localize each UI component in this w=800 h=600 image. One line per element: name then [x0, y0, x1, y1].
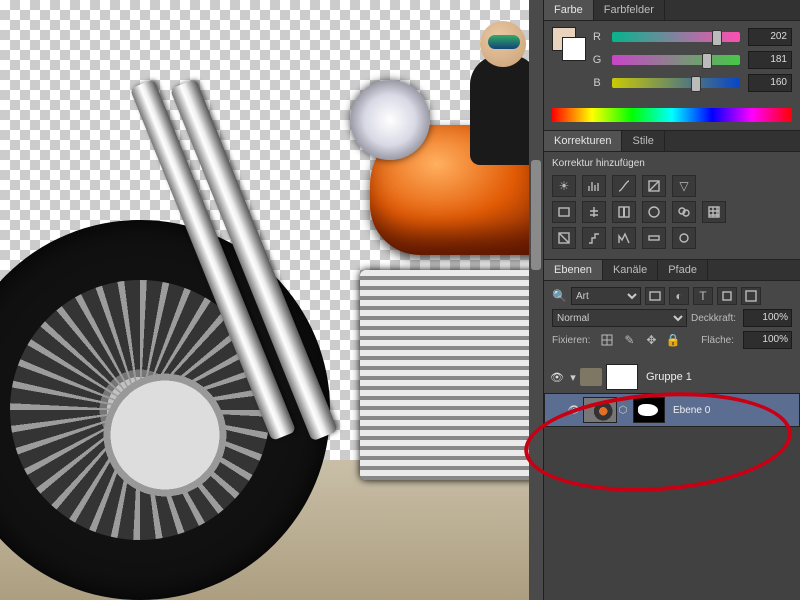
canvas-artwork: [0, 0, 543, 600]
layer-list: 👁 ▾ Gruppe 1 👁 ⬡ Ebene 0: [544, 361, 800, 600]
color-panel: Farbe Farbfelder R 202 G: [544, 0, 800, 131]
color-lookup-icon[interactable]: [702, 201, 726, 223]
color-balance-icon[interactable]: [582, 201, 606, 223]
levels-icon[interactable]: [582, 175, 606, 197]
filter-shape-icon[interactable]: [717, 287, 737, 305]
tab-paths[interactable]: Pfade: [658, 260, 708, 280]
lock-all-icon[interactable]: 🔒: [665, 332, 681, 348]
invert-icon[interactable]: [552, 227, 576, 249]
layer-thumbnail[interactable]: [583, 397, 617, 423]
r-label: R: [590, 31, 604, 43]
brightness-contrast-icon[interactable]: ☀: [552, 175, 576, 197]
bw-icon[interactable]: [612, 201, 636, 223]
filter-adjust-icon[interactable]: ◐: [669, 287, 689, 305]
tab-styles[interactable]: Stile: [622, 131, 664, 151]
vibrance-icon[interactable]: ▽: [672, 175, 696, 197]
threshold-icon[interactable]: [612, 227, 636, 249]
mask-link-icon[interactable]: ⬡: [617, 405, 629, 416]
tab-swatches[interactable]: Farbfelder: [594, 0, 665, 20]
search-icon: 🔍: [552, 289, 567, 303]
group-disclosure-icon[interactable]: ▾: [566, 371, 580, 384]
r-value[interactable]: 202: [748, 28, 792, 46]
tab-layers[interactable]: Ebenen: [544, 260, 603, 280]
visibility-toggle[interactable]: 👁: [548, 371, 566, 384]
b-value[interactable]: 160: [748, 74, 792, 92]
tab-color[interactable]: Farbe: [544, 0, 594, 20]
fill-label: Fläche:: [701, 335, 734, 346]
layer-row-ebene0[interactable]: 👁 ⬡ Ebene 0: [544, 393, 800, 427]
group-mask-thumb[interactable]: [606, 364, 638, 390]
background-swatch[interactable]: [562, 37, 586, 61]
fill-value[interactable]: 100%: [743, 331, 792, 349]
tab-channels[interactable]: Kanäle: [603, 260, 658, 280]
lock-pixels-icon[interactable]: ✎: [621, 332, 637, 348]
selective-color-icon[interactable]: [672, 227, 696, 249]
g-slider[interactable]: [612, 55, 740, 65]
folder-icon: [580, 368, 602, 386]
g-label: G: [590, 54, 604, 66]
g-value[interactable]: 181: [748, 51, 792, 69]
channel-mixer-icon[interactable]: [672, 201, 696, 223]
adjustments-panel: Korrekturen Stile Korrektur hinzufügen ☀…: [544, 131, 800, 260]
layer-mask-thumbnail[interactable]: [633, 397, 665, 423]
adjustments-title: Korrektur hinzufügen: [552, 158, 792, 169]
spectrum-ramp[interactable]: [552, 108, 792, 122]
fg-bg-swatches[interactable]: [552, 27, 584, 73]
group-name[interactable]: Gruppe 1: [646, 371, 692, 383]
exposure-icon[interactable]: [642, 175, 666, 197]
filter-type-icon[interactable]: T: [693, 287, 713, 305]
gradient-map-icon[interactable]: [642, 227, 666, 249]
opacity-label: Deckkraft:: [691, 313, 736, 324]
hue-sat-icon[interactable]: [552, 201, 576, 223]
photo-filter-icon[interactable]: [642, 201, 666, 223]
layer-row-group[interactable]: 👁 ▾ Gruppe 1: [544, 361, 800, 393]
posterize-icon[interactable]: [582, 227, 606, 249]
layer-name[interactable]: Ebene 0: [673, 405, 710, 416]
curves-icon[interactable]: [612, 175, 636, 197]
lock-position-icon[interactable]: ✥: [643, 332, 659, 348]
layer-filter-select[interactable]: Art: [571, 287, 641, 305]
lock-label: Fixieren:: [552, 335, 590, 346]
layers-panel: Ebenen Kanäle Pfade 🔍 Art ◐ T: [544, 260, 800, 600]
blend-mode-select[interactable]: Normal: [552, 309, 687, 327]
opacity-value[interactable]: 100%: [743, 309, 792, 327]
b-label: B: [590, 77, 604, 89]
right-panel-column: Farbe Farbfelder R 202 G: [543, 0, 800, 600]
vertical-scrollbar[interactable]: [529, 0, 543, 600]
document-canvas[interactable]: [0, 0, 543, 600]
filter-pixel-icon[interactable]: [645, 287, 665, 305]
r-slider[interactable]: [612, 32, 740, 42]
filter-smart-icon[interactable]: [741, 287, 761, 305]
tab-adjustments[interactable]: Korrekturen: [544, 131, 622, 151]
visibility-toggle[interactable]: 👁: [565, 405, 583, 416]
scrollbar-thumb[interactable]: [531, 160, 541, 270]
lock-transparency-icon[interactable]: [599, 332, 615, 348]
b-slider[interactable]: [612, 78, 740, 88]
